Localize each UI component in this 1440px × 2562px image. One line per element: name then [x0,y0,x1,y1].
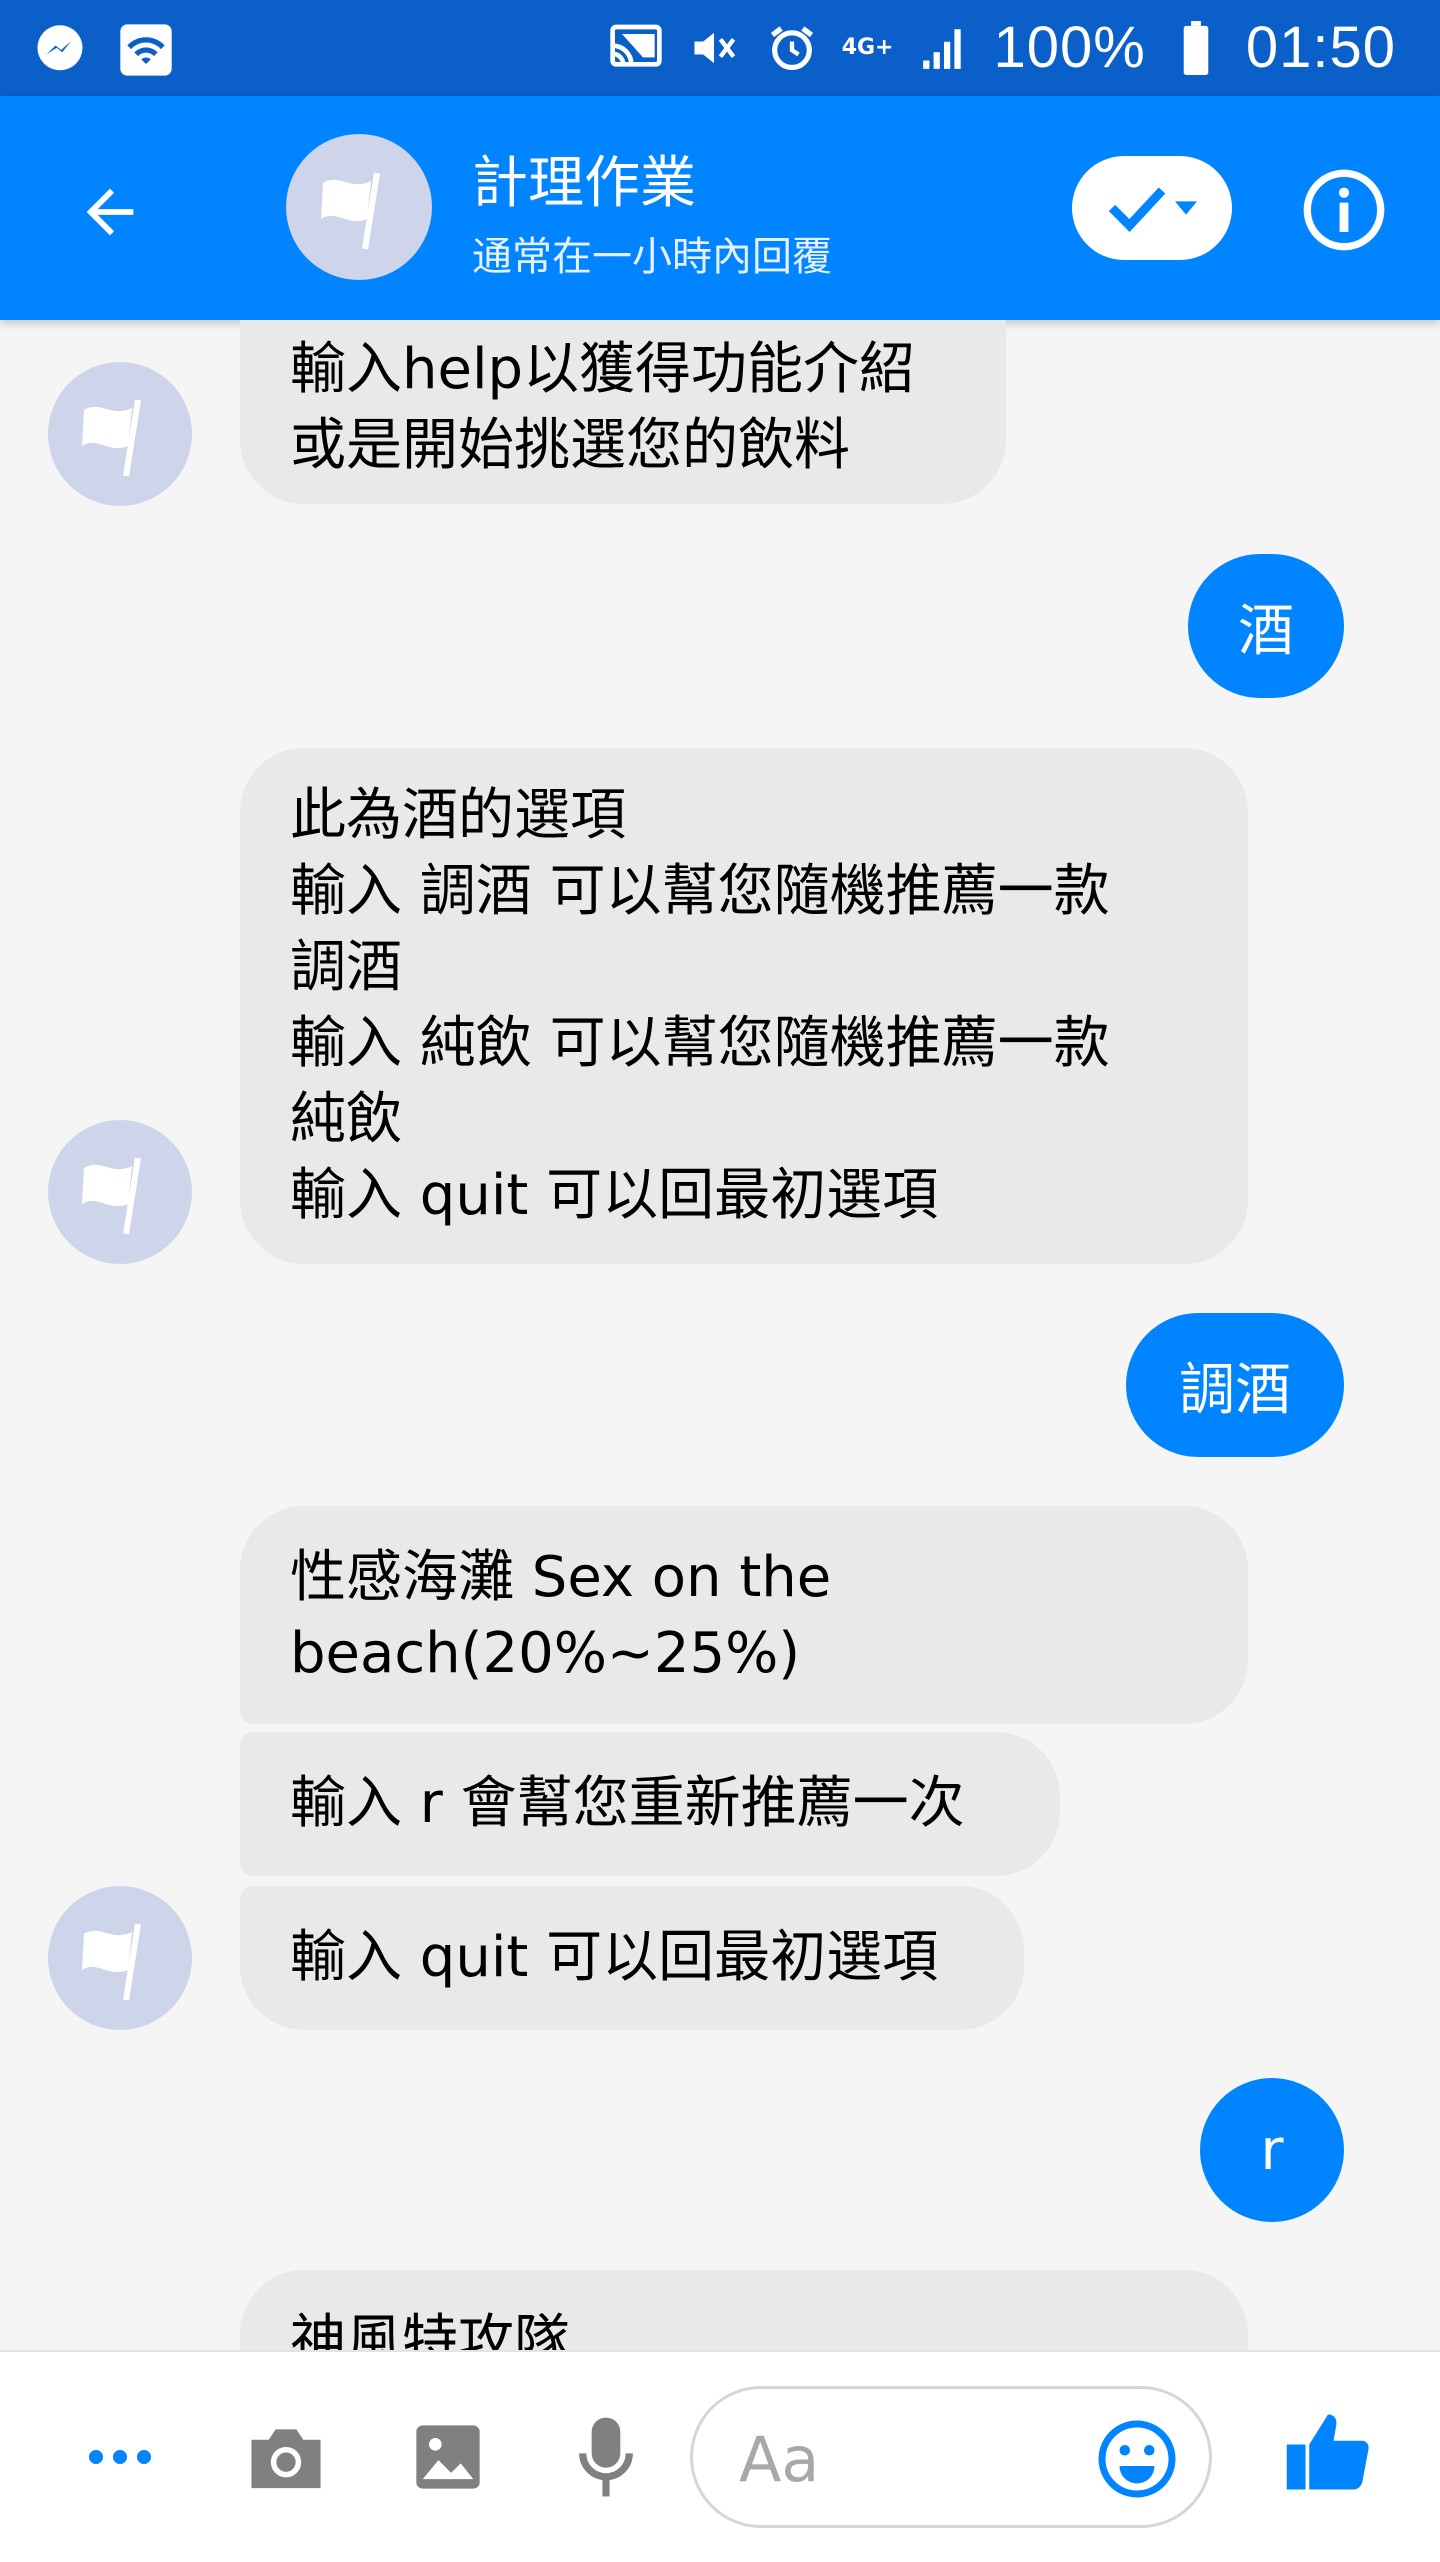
messenger-notification-icon [32,22,88,78]
bot-message: 輸入help以獲得功能介紹 或是開始挑選您的飲料 [240,320,1006,504]
emoji-icon[interactable] [1089,2411,1185,2507]
message-composer: Aa [0,2350,1440,2562]
bot-message: 性感海灘 Sex on the beach(20%~25%) [240,1506,1248,1724]
network-type-label: 4G+ [841,34,894,60]
message-input-placeholder: Aa [739,2423,820,2496]
page-title: 計理作業 [472,151,696,216]
mute-icon [686,20,742,76]
checkmark-icon [1108,187,1166,232]
bot-avatar [48,1120,192,1264]
user-message: 調酒 [1126,1313,1344,1457]
gallery-icon[interactable] [398,2407,498,2507]
wifi-notification-icon [118,22,174,78]
microphone-icon[interactable] [556,2407,656,2507]
battery-percent: 100% [993,15,1146,80]
cast-icon [608,20,664,76]
bot-message: 神風特攻隊 [240,2270,1248,2350]
bot-message: 輸入 quit 可以回最初選項 [240,1886,1024,2030]
battery-icon [1168,20,1224,76]
bot-message: 輸入 r 會幫您重新推薦一次 [240,1732,1060,1876]
user-message: r [1200,2078,1344,2222]
conversation-header: 計理作業 通常在一小時內回覆 [0,96,1440,320]
camera-icon[interactable] [236,2407,336,2507]
status-bar: 4G+ 100% 01:50 [0,0,1440,96]
back-arrow-icon[interactable] [60,162,160,262]
bot-avatar [48,1886,192,2030]
message-input[interactable]: Aa [690,2386,1212,2528]
alarm-icon [764,20,820,76]
info-icon[interactable] [1298,164,1390,256]
response-time-subtitle: 通常在一小時內回覆 [472,234,832,280]
subscribe-toggle-button[interactable] [1072,156,1232,260]
bot-message: 此為酒的選項 輸入 調酒 可以幫您隨機推薦一款 調酒 輸入 純飲 可以幫您隨機推… [240,748,1248,1264]
message-list[interactable]: 輸入help以獲得功能介紹 或是開始挑選您的飲料 酒 此為酒的選項 輸入 調酒 … [0,320,1440,2350]
dropdown-caret-icon [1175,201,1197,215]
signal-icon [916,20,972,76]
clock: 01:50 [1245,15,1396,80]
thumbs-up-icon[interactable] [1278,2402,1378,2502]
more-options-icon[interactable] [70,2407,170,2507]
user-message: 酒 [1188,554,1344,698]
page-avatar[interactable] [286,134,432,280]
bot-avatar [48,362,192,506]
